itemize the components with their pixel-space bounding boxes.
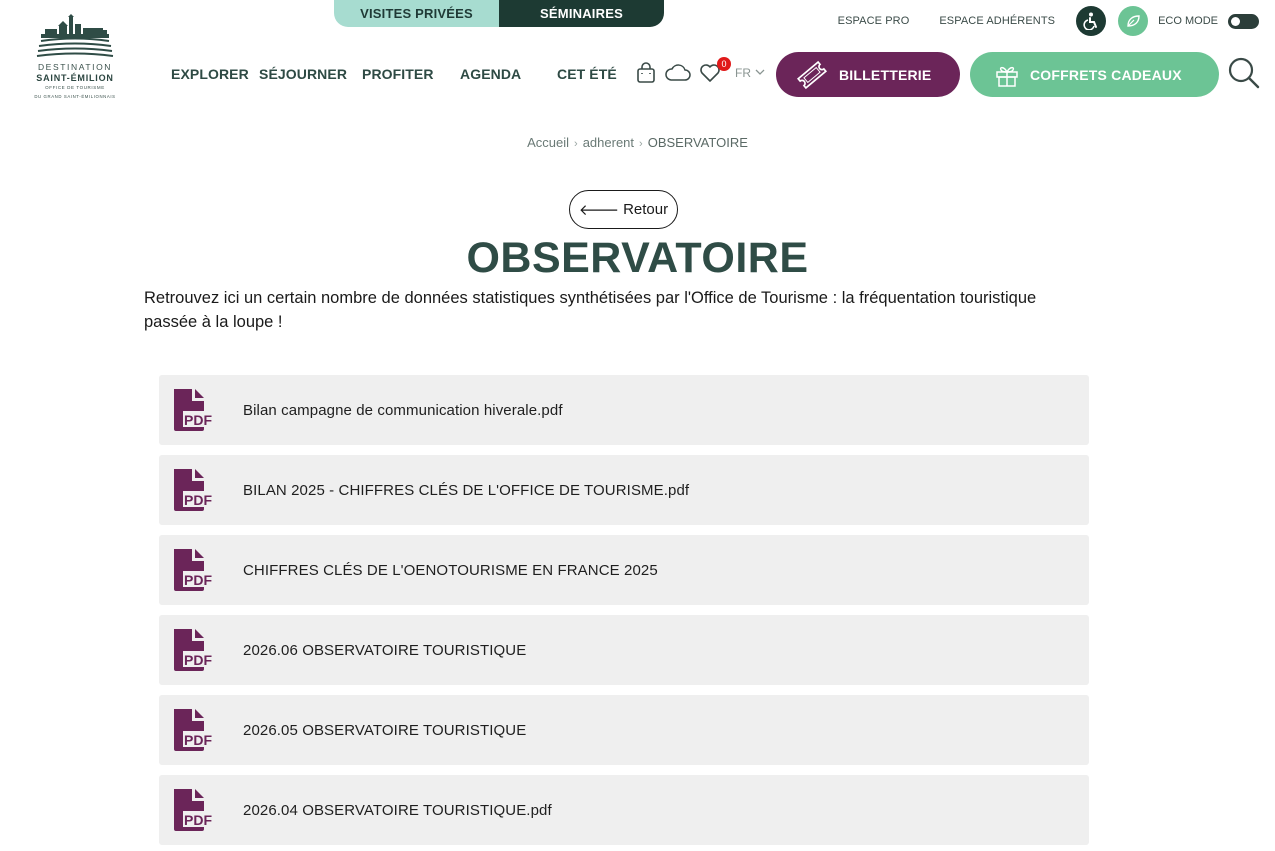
logo-grand: DU GRAND SAINT-ÉMILIONNAIS — [34, 94, 116, 99]
document-item[interactable]: PDF CHIFFRES CLÉS DE L'OENOTOURISME EN F… — [159, 535, 1089, 605]
nav-profiter[interactable]: PROFITER — [362, 66, 434, 82]
breadcrumb-separator: › — [639, 138, 643, 150]
logo-office: OFFICE DE TOURISME — [45, 85, 105, 90]
chevron-down-icon — [755, 69, 765, 75]
breadcrumb-separator: › — [574, 138, 578, 150]
accessibility-icon — [1083, 12, 1098, 30]
document-list: PDF Bilan campagne de communication hive… — [159, 375, 1089, 851]
eco-mode-label: ECO MODE — [1158, 15, 1218, 27]
document-item[interactable]: PDF 2026.05 OBSERVATOIRE TOURISTIQUE — [159, 695, 1089, 765]
svg-text:PDF: PDF — [184, 572, 212, 588]
page-title: OBSERVATOIRE — [466, 234, 809, 282]
back-button[interactable]: 🡐 Retour — [569, 190, 678, 229]
pdf-file-icon: PDF — [174, 549, 213, 591]
svg-text:PDF: PDF — [184, 812, 212, 828]
eco-button[interactable] — [1118, 6, 1149, 36]
document-name: Bilan campagne de communication hiverale… — [243, 401, 563, 419]
coffrets-cadeaux-button[interactable]: COFFRETS CADEAUX — [970, 52, 1219, 97]
shopping-bag-icon — [637, 62, 655, 83]
document-name: 2026.05 OBSERVATOIRE TOURISTIQUE — [243, 721, 527, 739]
document-name: 2026.06 OBSERVATOIRE TOURISTIQUE — [243, 641, 527, 659]
nav-agenda[interactable]: AGENDA — [460, 66, 521, 82]
back-label: Retour — [623, 201, 669, 218]
pdf-file-icon: PDF — [174, 469, 213, 511]
document-item[interactable]: PDF 2026.06 OBSERVATOIRE TOURISTIQUE — [159, 615, 1089, 685]
ticket-icon — [796, 60, 828, 89]
svg-text:PDF: PDF — [184, 412, 212, 428]
billetterie-label: BILLETTERIE — [839, 66, 932, 83]
espace-pro-link[interactable]: ESPACE PRO — [838, 15, 910, 27]
pdf-file-icon: PDF — [174, 389, 213, 431]
espace-adherents-link[interactable]: ESPACE ADHÉRENTS — [939, 15, 1055, 27]
top-tabs: VISITES PRIVÉES SÉMINAIRES — [334, 0, 664, 27]
nav-explorer[interactable]: EXPLORER — [171, 66, 249, 82]
cloud-icon — [665, 64, 691, 81]
search-icon — [1228, 57, 1260, 89]
tab-visites-privees[interactable]: VISITES PRIVÉES — [334, 0, 499, 27]
breadcrumb-adherent[interactable]: adherent — [583, 135, 634, 150]
svg-text:PDF: PDF — [184, 732, 212, 748]
leaf-icon — [1127, 15, 1140, 27]
document-name: CHIFFRES CLÉS DE L'OENOTOURISME EN FRANC… — [243, 561, 658, 579]
svg-text:PDF: PDF — [184, 652, 212, 668]
pdf-file-icon: PDF — [174, 629, 213, 671]
billetterie-button[interactable]: BILLETTERIE — [776, 52, 960, 97]
page-intro: Retrouvez ici un certain nombre de donné… — [144, 289, 1037, 331]
accessibility-button[interactable] — [1076, 6, 1107, 36]
favorites-count-badge: 0 — [717, 57, 731, 71]
language-selector[interactable]: FR — [735, 66, 751, 80]
saint-emilion-logo-icon — [36, 14, 114, 57]
document-item[interactable]: PDF BILAN 2025 - CHIFFRES CLÉS DE L'OFFI… — [159, 455, 1089, 525]
search-button[interactable] — [1227, 56, 1261, 95]
document-name: 2026.04 OBSERVATOIRE TOURISTIQUE.pdf — [243, 801, 552, 819]
document-item[interactable]: PDF 2026.04 OBSERVATOIRE TOURISTIQUE.pdf — [159, 775, 1089, 845]
nav-cet-ete[interactable]: CET ÉTÉ — [557, 66, 617, 82]
arrow-left-icon: 🡐 — [578, 202, 620, 219]
document-item[interactable]: PDF Bilan campagne de communication hive… — [159, 375, 1089, 445]
pdf-file-icon: PDF — [174, 789, 213, 831]
coffrets-label: COFFRETS CADEAUX — [1030, 66, 1182, 83]
breadcrumb-home[interactable]: Accueil — [527, 135, 569, 150]
cart-button[interactable] — [636, 62, 656, 84]
logo-saint-emilion: SAINT-ÉMILION — [36, 73, 114, 83]
breadcrumb-current: OBSERVATOIRE — [647, 135, 748, 150]
site-logo[interactable]: DESTINATION SAINT-ÉMILION OFFICE DE TOUR… — [26, 14, 124, 106]
pdf-file-icon: PDF — [174, 709, 213, 751]
tab-seminaires[interactable]: SÉMINAIRES — [499, 0, 664, 27]
weather-button[interactable] — [664, 63, 691, 83]
svg-text:PDF: PDF — [184, 492, 212, 508]
utility-bar: ESPACE PRO ESPACE ADHÉRENTS ECO MODE — [838, 6, 1259, 36]
nav-sejourner[interactable]: SÉJOURNER — [259, 66, 347, 82]
breadcrumb: Accueil › adherent › OBSERVATOIRE — [0, 135, 1275, 150]
eco-mode-toggle[interactable] — [1228, 13, 1259, 29]
logo-destination: DESTINATION — [37, 62, 113, 72]
document-name: BILAN 2025 - CHIFFRES CLÉS DE L'OFFICE D… — [243, 481, 690, 499]
gift-icon — [996, 66, 1018, 87]
